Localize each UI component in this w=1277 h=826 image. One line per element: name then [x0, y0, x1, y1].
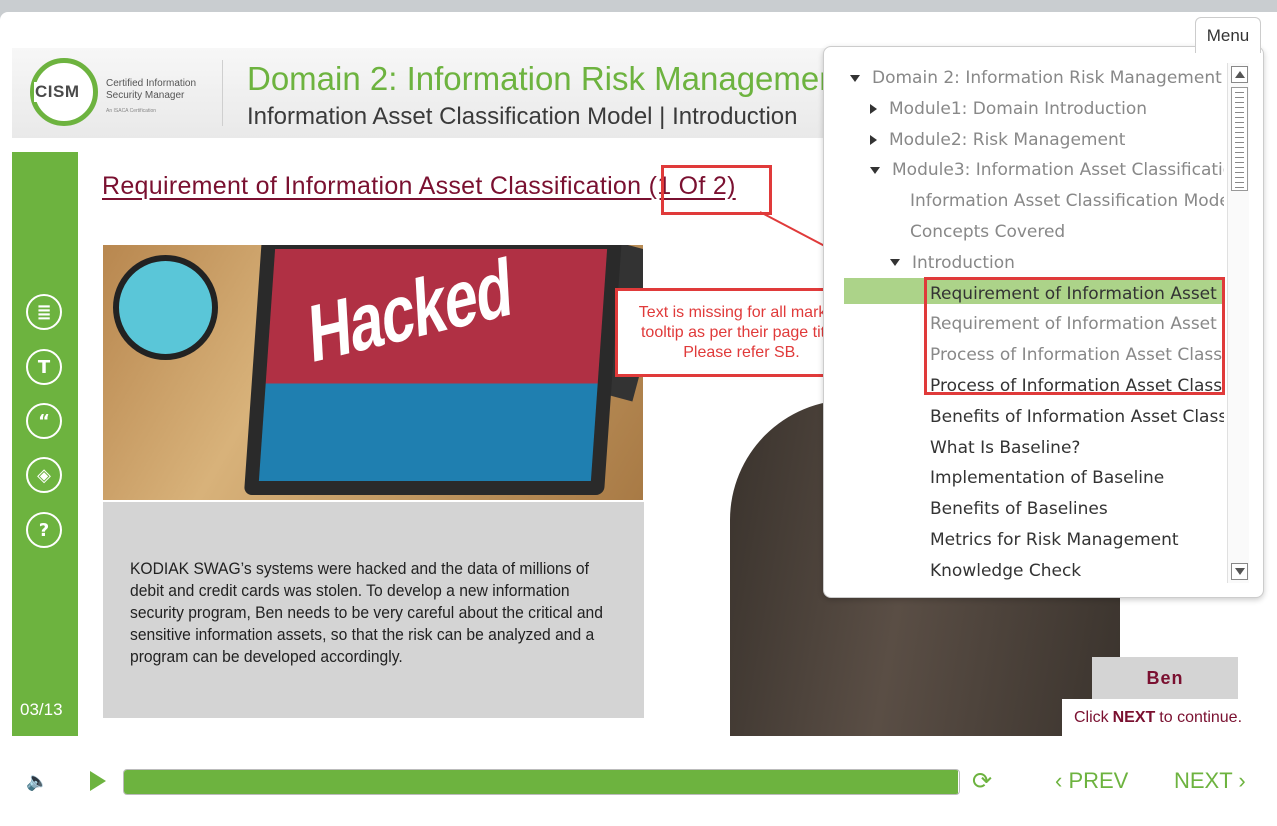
menu-scrollbar[interactable] — [1227, 63, 1249, 583]
caret-right-icon[interactable] — [870, 134, 877, 145]
scroll-up-button[interactable] — [1231, 66, 1248, 83]
menu-item[interactable]: Benefits of Information Asset Classi... — [930, 402, 1224, 432]
page-counter: 03/13 — [20, 700, 63, 719]
prev-button[interactable]: ‹ PREV — [1055, 768, 1128, 794]
instruction-next: NEXT — [1112, 709, 1156, 726]
caret-down-icon[interactable] — [870, 166, 880, 174]
menu-item-label: Implementation of Baseline — [930, 468, 1165, 489]
slide-heading: Requirement of Information Asset Classif… — [102, 172, 736, 200]
caret-right-icon[interactable] — [870, 103, 877, 114]
instruction-post: to continue. — [1159, 709, 1243, 726]
menu-tab[interactable]: Menu — [1195, 17, 1261, 53]
menu-item-label: What Is Baseline? — [930, 437, 1081, 458]
play-icon[interactable] — [90, 771, 106, 791]
menu-item-label: Domain 2: Information Risk Management — [872, 68, 1222, 88]
quote-icon[interactable]: “ — [26, 403, 62, 439]
menu-item[interactable]: Domain 2: Information Risk Management — [850, 63, 1224, 93]
menu-item[interactable]: Benefits of Baselines — [930, 494, 1224, 524]
menu-item-label: Information Asset Classification Model — [910, 191, 1224, 212]
course-header: CISM Certified Information Security Mana… — [12, 48, 838, 138]
replay-icon[interactable]: ⟳ — [972, 767, 992, 795]
layers-icon[interactable]: ◈ — [26, 457, 62, 493]
scroll-thumb[interactable] — [1231, 87, 1248, 191]
logo-abbr: CISM — [34, 82, 81, 102]
volume-icon[interactable]: 🔈 — [26, 771, 48, 792]
domain-title: Domain 2: Information Risk Managemen — [247, 60, 838, 97]
module-title: Information Asset Classification Model |… — [247, 103, 798, 130]
laptop-screen: Hacked — [258, 245, 608, 481]
logo-text: Certified Information Security Manager — [106, 78, 216, 102]
clock-graphic — [113, 255, 218, 360]
menu-item-label: Concepts Covered — [910, 222, 1066, 242]
logo-line2: Security Manager — [106, 90, 185, 101]
menu-panel: Domain 2: Information Risk Management Mod… — [823, 46, 1264, 598]
annotation-box-heading — [661, 165, 772, 215]
menu-item[interactable]: Module1: Domain Introduction — [870, 94, 1224, 124]
menu-item-label: Introduction — [912, 252, 1015, 273]
hacked-word: Hacked — [306, 245, 514, 381]
menu-item-label: Module1: Domain Introduction — [889, 98, 1148, 119]
notes-icon[interactable]: ≣ — [26, 294, 62, 330]
menu-item-label: Knowledge Check — [930, 560, 1082, 581]
menu-item-label: Module2: Risk Management — [889, 129, 1126, 150]
scenario-text-box: KODIAK SWAG’s systems were hacked and th… — [103, 502, 644, 718]
laptop-graphic: Hacked — [243, 245, 623, 495]
next-button[interactable]: NEXT › — [1174, 768, 1246, 794]
caret-down-icon[interactable] — [850, 74, 860, 82]
annotation-box-menu — [924, 277, 1225, 395]
scenario-text: KODIAK SWAG’s systems were hacked and th… — [130, 559, 603, 666]
header-divider — [222, 60, 223, 126]
character-name-tag: Ben — [1092, 657, 1238, 699]
menu-item[interactable]: Metrics for Risk Management — [930, 525, 1224, 555]
menu-item-label: Module3: Information Asset Classificatio… — [892, 160, 1224, 181]
logo-sub: An ISACA Certification — [106, 108, 157, 114]
menu-item[interactable]: Module2: Risk Management — [870, 125, 1224, 155]
scroll-down-button[interactable] — [1231, 563, 1248, 580]
menu-item[interactable]: Knowledge Check — [930, 556, 1224, 586]
continue-instruction: Click NEXT to continue. — [1062, 699, 1254, 737]
logo-line1: Certified Information — [106, 78, 197, 89]
left-sidebar: ≣ T “ ◈ ? 03/13 — [12, 152, 78, 736]
menu-item-label: Metrics for Risk Management — [930, 530, 1179, 550]
caret-down-icon[interactable] — [890, 259, 900, 267]
menu-item[interactable]: Module3: Information Asset Classificatio… — [870, 155, 1224, 185]
progress-bar[interactable] — [123, 769, 960, 795]
menu-item-label: Benefits of Baselines — [930, 499, 1108, 520]
cism-logo: CISM Certified Information Security Mana… — [30, 58, 210, 126]
help-icon[interactable]: ? — [26, 512, 62, 548]
menu-item-label: Benefits of Information Asset Classi... — [930, 406, 1224, 427]
progress-fill — [124, 770, 959, 794]
menu-item[interactable]: Concepts Covered — [910, 217, 1224, 247]
transcript-icon[interactable]: T — [26, 349, 62, 385]
menu-item[interactable]: Introduction — [890, 248, 1224, 278]
menu-item[interactable]: Implementation of Baseline — [930, 463, 1224, 493]
instruction-pre: Click — [1073, 709, 1109, 726]
hacked-laptop-image: Hacked — [103, 245, 643, 500]
menu-item[interactable]: What Is Baseline? — [930, 433, 1224, 463]
menu-item[interactable]: Information Asset Classification Model — [910, 186, 1224, 216]
